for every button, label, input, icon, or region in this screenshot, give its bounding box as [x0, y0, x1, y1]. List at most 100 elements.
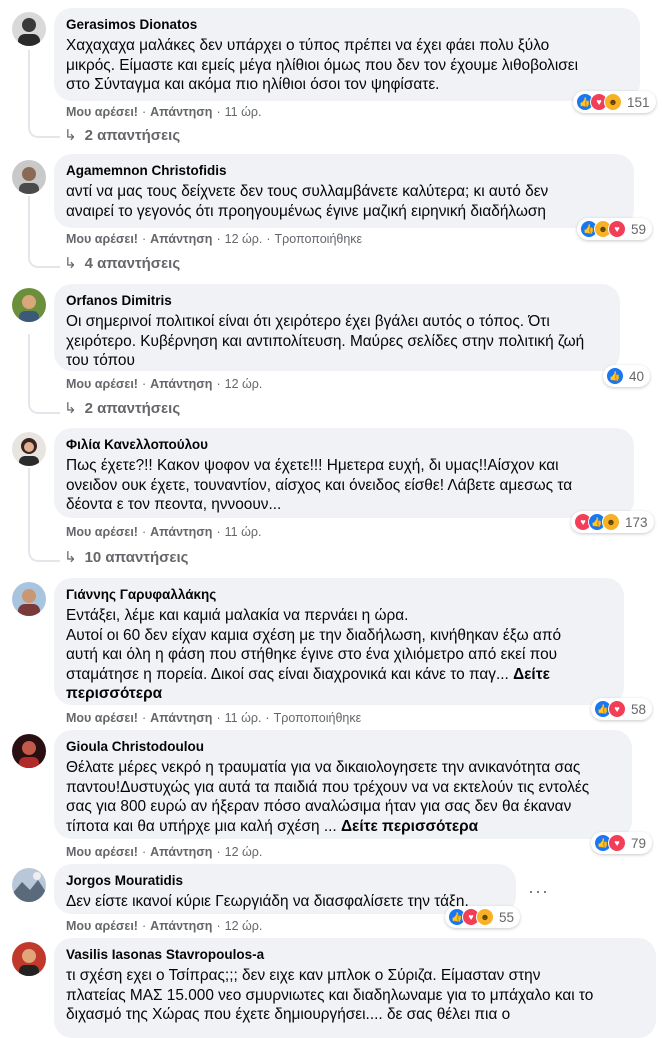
- reactions-summary[interactable]: 👍 ♥ ☻ 151: [573, 91, 656, 113]
- reply-button[interactable]: Απάντηση: [150, 377, 212, 391]
- comment-body: Θέλατε μέρες νεκρό η τραυματία για να δι…: [66, 759, 590, 835]
- timestamp[interactable]: 11 ώρ.: [225, 711, 262, 725]
- reaction-count: 173: [625, 514, 648, 530]
- comment-bubble: Gioula Christodoulou Θέλατε μέρες νεκρό …: [54, 730, 632, 839]
- avatar[interactable]: [12, 12, 46, 46]
- comment-author[interactable]: Gioula Christodoulou: [66, 738, 620, 755]
- reaction-count: 59: [631, 221, 647, 237]
- comment-author[interactable]: Φιλία Κανελλοπούλου: [66, 436, 622, 453]
- reply-button[interactable]: Απάντηση: [150, 232, 212, 246]
- separator: ·: [141, 377, 147, 391]
- comment-text: Δεν είστε ικανοί κύριε Γεωργιάδη να διασ…: [66, 893, 469, 910]
- reply-arrow-icon: ↳: [64, 549, 77, 566]
- reactions-summary[interactable]: 👍 ♥ 79: [591, 832, 653, 854]
- view-replies-link[interactable]: ↳ 4 απαντήσεις: [64, 254, 180, 274]
- reactions-summary[interactable]: 👍 ♥ 58: [591, 698, 653, 720]
- edited-label[interactable]: Τροποποιήθηκε: [274, 711, 362, 725]
- reply-button[interactable]: Απάντηση: [150, 711, 212, 725]
- replies-count: 4 απαντήσεις: [84, 255, 181, 272]
- comment-text: τι σχέση εχει ο Τσίπρας;;; δεν ειχε καν …: [66, 967, 594, 1023]
- love-reaction-icon: ♥: [608, 700, 626, 718]
- reply-arrow-icon: ↳: [64, 127, 77, 144]
- timestamp[interactable]: 12 ώρ.: [225, 232, 263, 246]
- haha-reaction-icon: ☻: [602, 513, 620, 531]
- comment-text: αντί να μας τους δείχνετε δεν τους συλλα…: [66, 183, 549, 220]
- like-button[interactable]: Μου αρέσει!: [66, 525, 138, 539]
- more-options-icon[interactable]: ···: [528, 882, 549, 900]
- avatar[interactable]: [12, 868, 46, 902]
- replies-count: 2 απαντήσεις: [84, 400, 181, 417]
- comment-actions: Μου αρέσει! · Απάντηση · 12 ώρ. · Τροποποιήθηκ…: [66, 231, 362, 247]
- reply-button[interactable]: Απάντηση: [150, 105, 212, 119]
- comment-bubble: Vasilis Iasonas Stavropoulos-a τι σχέση …: [54, 938, 656, 1038]
- separator: ·: [141, 845, 147, 859]
- reactions-summary[interactable]: 👍 40: [603, 365, 651, 387]
- like-button[interactable]: Μου αρέσει!: [66, 105, 138, 119]
- like-reaction-icon: 👍: [606, 367, 624, 385]
- love-reaction-icon: ♥: [608, 834, 626, 852]
- separator: ·: [216, 232, 221, 246]
- timestamp[interactable]: 12 ώρ.: [225, 919, 263, 933]
- like-button[interactable]: Μου αρέσει!: [66, 711, 138, 725]
- haha-reaction-icon: ☻: [604, 93, 622, 111]
- comment-author[interactable]: Agamemnon Christofidis: [66, 162, 622, 179]
- comment-author[interactable]: Orfanos Dimitris: [66, 292, 608, 309]
- comment-author[interactable]: Γιάννης Γαρυφαλλάκης: [66, 586, 612, 603]
- replies-count: 10 απαντήσεις: [84, 549, 189, 566]
- comment-actions: Μου αρέσει! · Απάντηση · 12 ώρ.: [66, 918, 262, 934]
- comment-actions: Μου αρέσει! · Απάντηση · 11 ώρ.: [66, 524, 261, 540]
- timestamp[interactable]: 12 ώρ.: [225, 845, 263, 859]
- separator: ·: [141, 919, 147, 933]
- avatar[interactable]: [12, 942, 46, 976]
- timestamp[interactable]: 11 ώρ.: [225, 105, 262, 119]
- reply-button[interactable]: Απάντηση: [150, 525, 212, 539]
- view-replies-link[interactable]: ↳ 10 απαντήσεις: [64, 548, 189, 568]
- like-button[interactable]: Μου αρέσει!: [66, 919, 138, 933]
- love-reaction-icon: ♥: [608, 220, 626, 238]
- avatar[interactable]: [12, 734, 46, 768]
- like-button[interactable]: Μου αρέσει!: [66, 377, 138, 391]
- avatar[interactable]: [12, 582, 46, 616]
- view-replies-link[interactable]: ↳ 2 απαντήσεις: [64, 399, 180, 419]
- comment-bubble: Jorgos Mouratidis Δεν είστε ικανοί κύριε…: [54, 864, 516, 914]
- comment-author[interactable]: Jorgos Mouratidis: [66, 872, 504, 889]
- see-more-link[interactable]: Δείτε περισσότερα: [341, 818, 478, 835]
- comment-bubble: Φιλία Κανελλοπούλου Πως έχετε?!! Κακον ψ…: [54, 428, 634, 518]
- separator: ·: [141, 525, 147, 539]
- avatar[interactable]: [12, 160, 46, 194]
- avatar[interactable]: [12, 432, 46, 466]
- reaction-count: 40: [629, 368, 645, 384]
- like-button[interactable]: Μου αρέσει!: [66, 845, 138, 859]
- separator: ·: [265, 711, 270, 725]
- separator: ·: [141, 711, 147, 725]
- comment-text: Πως έχετε?!! Κακον ψοφον να έχετε!!! Ημε…: [66, 457, 573, 513]
- comment-actions: Μου αρέσει! · Απάντηση · 12 ώρ.: [66, 376, 262, 392]
- comment-body: Εντάξει, λέμε και καμιά μαλακία να περνά…: [66, 607, 562, 683]
- separator: ·: [216, 845, 221, 859]
- reactions-summary[interactable]: 👍 ♥ ☻ 55: [445, 906, 521, 928]
- separator: ·: [216, 377, 221, 391]
- timestamp[interactable]: 12 ώρ.: [225, 377, 263, 391]
- comments-thread: Gerasimos Dionatos Χαχαχαχα μαλάκες δεν …: [0, 0, 662, 1038]
- timestamp[interactable]: 11 ώρ.: [225, 525, 262, 539]
- comment-author[interactable]: Vasilis Iasonas Stavropoulos-a: [66, 946, 644, 963]
- like-button[interactable]: Μου αρέσει!: [66, 232, 138, 246]
- edited-label[interactable]: Τροποποιήθηκε: [275, 232, 363, 246]
- comment-text: Θέλατε μέρες νεκρό η τραυματία για να δι…: [66, 758, 620, 836]
- avatar[interactable]: [12, 288, 46, 322]
- separator: ·: [216, 105, 221, 119]
- comment-author[interactable]: Gerasimos Dionatos: [66, 16, 628, 33]
- comment-bubble: Gerasimos Dionatos Χαχαχαχα μαλάκες δεν …: [54, 8, 640, 101]
- comment-bubble: Orfanos Dimitris Οι σημερινοί πολιτικοί …: [54, 284, 620, 371]
- comment-text: Χαχαχαχα μαλάκες δεν υπάρχει ο τύπος πρέ…: [66, 37, 579, 93]
- comment-actions: Μου αρέσει! · Απάντηση · 12 ώρ.: [66, 844, 262, 860]
- reply-button[interactable]: Απάντηση: [150, 919, 212, 933]
- separator: ·: [216, 711, 221, 725]
- reaction-count: 55: [499, 909, 515, 925]
- view-replies-link[interactable]: ↳ 2 απαντήσεις: [64, 126, 180, 146]
- separator: ·: [141, 105, 147, 119]
- reply-arrow-icon: ↳: [64, 255, 77, 272]
- reactions-summary[interactable]: 👍 ☻ ♥ 59: [577, 218, 653, 240]
- reactions-summary[interactable]: ♥ 👍 ☻ 173: [571, 511, 654, 533]
- reply-button[interactable]: Απάντηση: [150, 845, 212, 859]
